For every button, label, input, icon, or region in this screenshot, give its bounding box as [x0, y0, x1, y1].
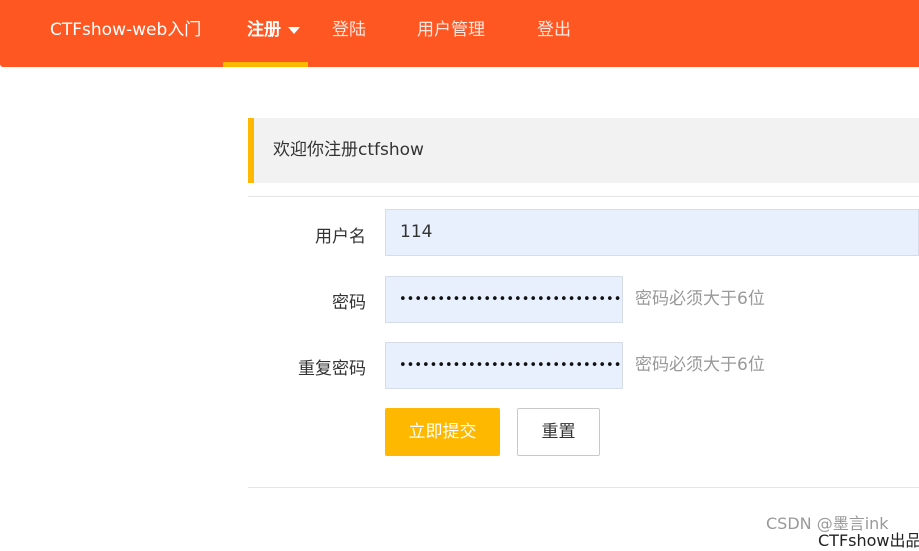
- username-input[interactable]: 114: [385, 209, 919, 256]
- password-hint: 密码必须大于6位: [635, 289, 765, 309]
- password-input[interactable]: ••••••••••••••••••••••••••••••••••: [385, 276, 623, 323]
- welcome-notice: 欢迎你注册ctfshow: [248, 118, 919, 183]
- username-label: 用户名: [315, 227, 366, 247]
- top-navbar: CTFshow-web入门 注册 登陆 用户管理 登出: [0, 0, 919, 67]
- submit-button[interactable]: 立即提交: [385, 408, 500, 456]
- brand-title[interactable]: CTFshow-web入门: [50, 0, 201, 60]
- form-divider-bottom: [248, 487, 919, 488]
- password-label: 密码: [332, 293, 366, 313]
- repeat-password-label: 重复密码: [298, 359, 366, 379]
- nav-active-indicator: [223, 62, 308, 67]
- repeat-password-hint: 密码必须大于6位: [635, 355, 765, 375]
- nav-item-login[interactable]: 登陆: [332, 0, 366, 60]
- welcome-notice-text: 欢迎你注册ctfshow: [273, 140, 424, 160]
- repeat-password-input[interactable]: ••••••••••••••••••••••••••••••••••: [385, 342, 623, 389]
- footer-text: CTFshow出品: [818, 531, 919, 550]
- caret-down-icon: [288, 26, 300, 34]
- nav-item-register-label: 注册: [247, 20, 281, 40]
- nav-item-user-management[interactable]: 用户管理: [417, 0, 485, 60]
- reset-button[interactable]: 重置: [517, 408, 600, 456]
- nav-item-logout[interactable]: 登出: [537, 0, 571, 60]
- form-divider-top: [248, 196, 919, 197]
- nav-item-register[interactable]: 注册: [247, 0, 300, 60]
